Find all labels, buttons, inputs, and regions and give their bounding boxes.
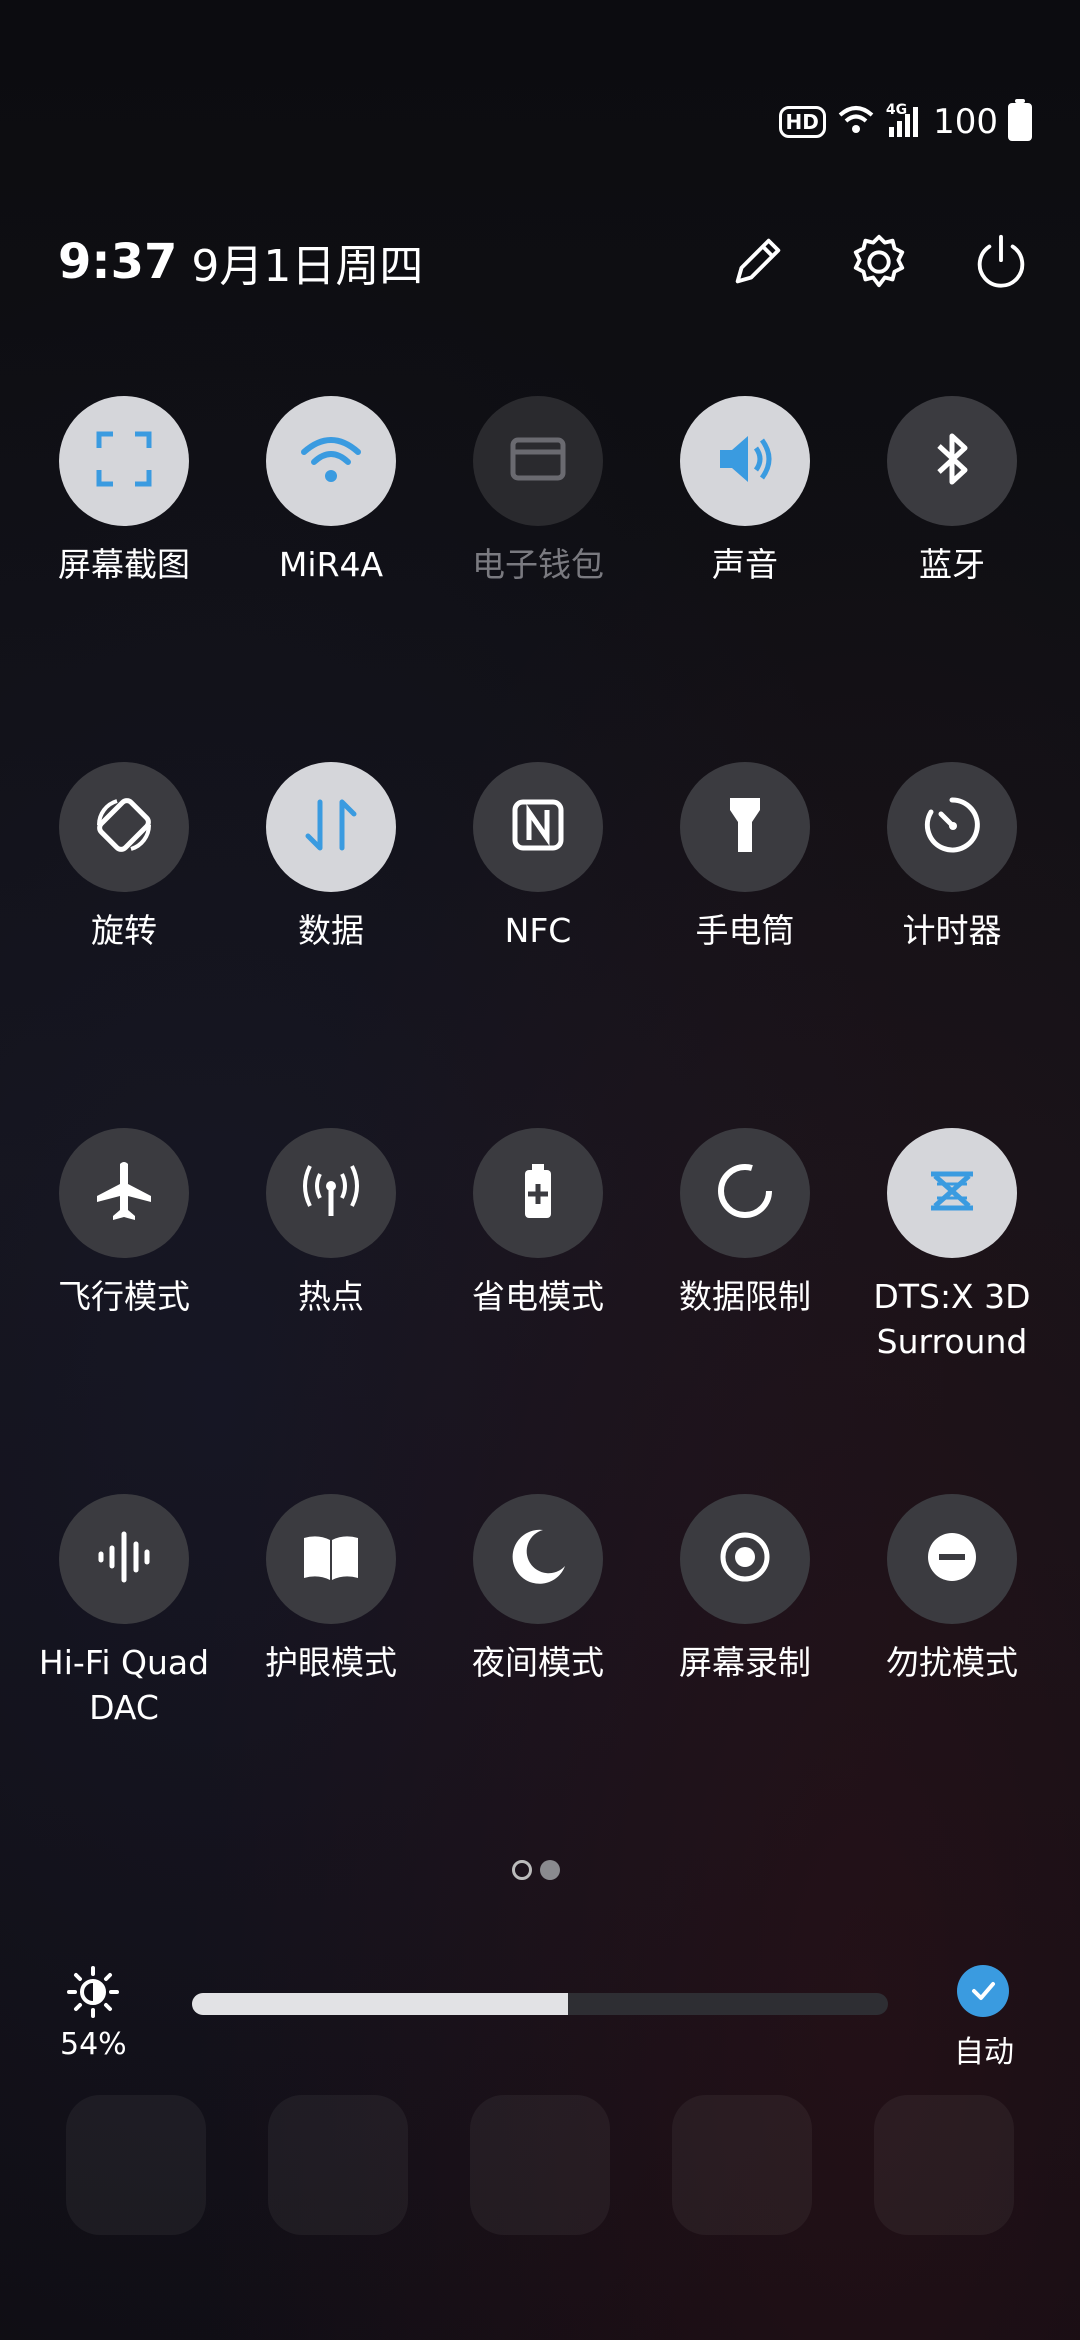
tile-label: 声音 [712,545,778,584]
wifi-icon [836,103,876,141]
tile-label: 蓝牙 [919,545,985,584]
edit-icon[interactable] [726,231,788,293]
tile-label: 数据 [298,911,364,950]
tile-label: 夜间模式 [472,1643,604,1682]
tile-battery-saver[interactable]: 省电模式 [438,1128,638,1319]
sound-icon [710,424,780,498]
tile-label: 省电模式 [472,1277,604,1316]
tile-label: 屏幕截图 [58,545,190,584]
flashlight-icon [710,790,780,864]
ghost-dock-icon [66,2095,206,2235]
tile-label: 计时器 [902,911,1002,950]
tile-label: Hi-Fi Quad DAC [38,1643,210,1727]
tile-label: 勿扰模式 [886,1643,1018,1682]
clock-time[interactable]: 9:37 [58,234,177,290]
brightness-slider[interactable] [192,1993,888,2015]
tile-night-mode[interactable]: 夜间模式 [438,1494,638,1685]
data-limit-icon [710,1156,780,1230]
tile-airplane[interactable]: 飞行模式 [24,1128,224,1319]
airplane-icon [89,1156,159,1230]
tile-label: 旋转 [91,911,157,950]
status-bar: HD 4G 100 [778,99,1032,142]
tile-nfc[interactable]: NFC [438,762,638,953]
brightness-slider-fill [192,1993,568,2015]
tile-label: 飞行模式 [58,1277,190,1316]
ghost-dock-icon [874,2095,1014,2235]
nfc-icon [503,790,573,864]
tile-dtsx[interactable]: DTS:X 3D Surround [852,1128,1052,1364]
wallet-icon [503,424,573,498]
tile-wifi[interactable]: MiR4A [231,396,431,587]
battery-charging-icon [1008,99,1032,141]
hifi-icon [89,1522,159,1596]
tile-data-limit[interactable]: 数据限制 [645,1128,845,1319]
tile-mobile-data[interactable]: 数据 [231,762,431,953]
tile-label: 热点 [298,1277,364,1316]
tile-flashlight[interactable]: 手电筒 [645,762,845,953]
page-indicator[interactable] [512,1860,560,1880]
tile-hotspot[interactable]: 热点 [231,1128,431,1319]
tile-label: 手电筒 [695,911,795,950]
tile-label: MiR4A [278,545,384,584]
tile-label: 数据限制 [679,1277,811,1316]
timer-icon [917,790,987,864]
tile-label: 电子钱包 [472,545,604,584]
tile-rotate[interactable]: 旋转 [24,762,224,953]
dnd-icon [917,1522,987,1596]
hd-badge: HD [778,106,826,138]
tile-screenshot[interactable]: 屏幕截图 [24,396,224,587]
tile-label: DTS:X 3D Surround [873,1277,1031,1361]
brightness-control: 54% 自动 [0,1965,1080,2085]
clock-date[interactable]: 9月1日周四 [191,230,423,294]
tile-label: 护眼模式 [265,1643,397,1682]
power-icon[interactable] [970,231,1032,293]
tile-hifi[interactable]: Hi-Fi Quad DAC [24,1494,224,1730]
auto-brightness-label[interactable]: 自动 [954,2027,1014,2071]
page-dot[interactable] [540,1860,560,1880]
tile-bluetooth[interactable]: 蓝牙 [852,396,1052,587]
ghost-dock-icon [268,2095,408,2235]
page-dot-active[interactable] [512,1860,532,1880]
hotspot-icon [296,1156,366,1230]
tile-label: NFC [504,911,572,950]
bluetooth-icon [917,424,987,498]
eye-care-icon [296,1522,366,1596]
tile-sound[interactable]: 声音 [645,396,845,587]
tile-label: 屏幕录制 [679,1643,811,1682]
night-mode-icon [503,1522,573,1596]
ghost-dock-icon [672,2095,812,2235]
rotate-icon [89,790,159,864]
auto-brightness-check-icon[interactable] [957,1965,1009,2017]
tile-eye-care[interactable]: 护眼模式 [231,1494,431,1685]
ghost-dock-icon [470,2095,610,2235]
tile-dnd[interactable]: 勿扰模式 [852,1494,1052,1685]
brightness-percent: 54% [60,2027,127,2062]
mobile-data-icon [296,790,366,864]
battery-saver-icon [503,1156,573,1230]
signal-icon [887,103,923,141]
quick-settings-header: 9:37 9月1日周四 [58,222,1032,302]
brightness-icon [66,1965,120,2019]
wifi-icon [296,424,366,498]
battery-level: 100 [933,102,998,142]
screen-record-icon [710,1522,780,1596]
settings-icon[interactable] [848,231,910,293]
dtsx-icon [917,1156,987,1230]
tile-screen-record[interactable]: 屏幕录制 [645,1494,845,1685]
tile-timer[interactable]: 计时器 [852,762,1052,953]
screenshot-icon [89,424,159,498]
tile-wallet[interactable]: 电子钱包 [438,396,638,587]
